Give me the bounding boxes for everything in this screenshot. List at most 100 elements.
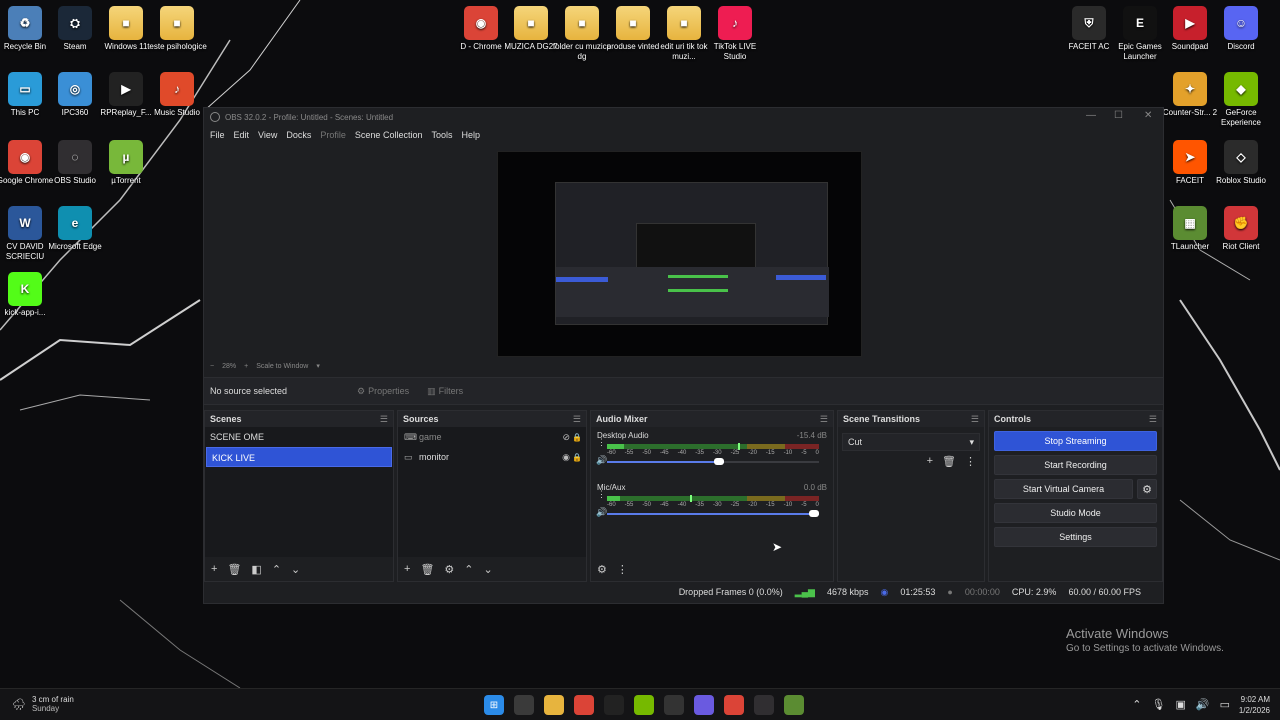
desktop-icon--torrent[interactable]: µ µTorrent (96, 140, 156, 186)
controls-header: Controls ☰ (989, 411, 1162, 427)
add-icon[interactable]: + (211, 563, 217, 575)
trash-icon[interactable]: 🗑 (227, 563, 241, 576)
virtual-camera-settings-gear-icon[interactable]: ⚙ (1137, 479, 1157, 499)
desktop-icon-geforce-experience[interactable]: ◆ GeForce Experience (1211, 72, 1271, 128)
menu-scene-collection[interactable]: Scene Collection (355, 130, 423, 140)
weather-widget[interactable]: 🌧 3 cm of rain Sunday (12, 695, 74, 713)
meter-tick-label: -20 (748, 502, 757, 508)
desktop-icon-microsoft-edge[interactable]: e Microsoft Edge (45, 206, 105, 252)
obs-titlebar[interactable]: OBS 32.0.2 - Profile: Untitled - Scenes:… (204, 108, 1163, 126)
meter-tick-label: -60 (607, 450, 616, 456)
filter-icon[interactable]: ◧ (251, 563, 261, 576)
clock[interactable]: 9:02 AM 1/2/2026 (1239, 694, 1270, 716)
menu-view[interactable]: View (258, 130, 277, 140)
minimize-icon[interactable]: — (1086, 110, 1096, 121)
more-vertical-icon[interactable]: ⋮ (965, 455, 976, 468)
start-virtual-camera-button[interactable]: Start Virtual Camera (994, 479, 1133, 499)
meter-tick-label: -50 (642, 502, 651, 508)
transitions-header: Scene Transitions ☰ (838, 411, 984, 427)
meter-tick-label: -30 (712, 450, 722, 456)
desktop-icon-kick-app-i[interactable]: Kkick-app-i... (0, 272, 55, 318)
add-icon[interactable]: + (927, 455, 933, 468)
start-recording-button[interactable]: Start Recording (994, 455, 1157, 475)
transition-select[interactable]: Cut ▾ (842, 433, 980, 451)
minecraft-icon[interactable] (784, 695, 804, 715)
settings-button[interactable]: Settings (994, 527, 1157, 547)
menu-tools[interactable]: Tools (431, 130, 452, 140)
filters-button[interactable]: ▥ Filters (427, 386, 463, 397)
arrow-up-icon[interactable]: ⌃ (272, 563, 281, 576)
more-vertical-icon[interactable]: ⋮ (597, 437, 606, 448)
gear-link-icon[interactable]: ⚙ (597, 563, 607, 576)
scene-item[interactable]: SCENE OME (205, 427, 393, 447)
battery-icon[interactable]: ▭ (1220, 698, 1230, 711)
desktop-icon-discord[interactable]: ☺ Discord (1211, 6, 1271, 52)
menu-file[interactable]: File (210, 130, 225, 140)
eye-hidden-icon[interactable]: ⊘ (562, 432, 570, 443)
obs-icon[interactable] (754, 695, 774, 715)
scene-item-selected[interactable]: KICK LIVE (206, 447, 392, 467)
desktop-icon-music-studio[interactable]: ♪ Music Studio (147, 72, 207, 118)
dock-menu-icon[interactable]: ☰ (380, 414, 388, 425)
network-icon[interactable]: ▣ (1175, 698, 1185, 711)
file-explorer-icon[interactable] (544, 695, 564, 715)
scene-transitions-dock: Scene Transitions ☰ Cut ▾ + 🗑 ⋮ (837, 410, 985, 582)
geforce-icon[interactable] (634, 695, 654, 715)
source-item[interactable]: ⌨ game ⊘ 🔒 (398, 427, 586, 447)
calculator-icon[interactable] (514, 695, 534, 715)
stop-streaming-button[interactable]: Stop Streaming (994, 431, 1157, 451)
chatgpt-icon[interactable] (664, 695, 684, 715)
gear-icon[interactable]: ⚙ (444, 563, 454, 576)
mixer-channel-desktop: Desktop Audio -15.4 dB ⋮ -60 -55 -50 -45 -40… (591, 427, 833, 479)
capcut-icon[interactable] (604, 695, 624, 715)
program-preview[interactable] (497, 151, 862, 357)
trash-icon[interactable]: 🗑 (942, 455, 956, 468)
volume-slider[interactable] (607, 510, 819, 517)
speaker-icon[interactable]: 🔊 (596, 507, 607, 518)
volume-icon[interactable]: 🔊 (1196, 698, 1210, 711)
zoom-out-button[interactable]: − (210, 363, 214, 370)
eye-icon[interactable]: ◉ (562, 452, 570, 463)
arrow-down-icon[interactable]: ⌄ (484, 563, 493, 576)
lock-icon[interactable]: 🔒 (572, 433, 582, 442)
volume-slider[interactable] (607, 458, 819, 465)
dock-menu-icon[interactable]: ☰ (971, 414, 979, 425)
properties-button[interactable]: ⚙ Properties (357, 386, 409, 397)
arrow-up-icon[interactable]: ⌃ (464, 563, 473, 576)
scenes-dock-header: Scenes ☰ (205, 411, 393, 427)
stream-live-icon: ◉ (880, 586, 889, 597)
scale-mode-select[interactable]: Scale to Window (256, 363, 308, 370)
chrome-icon[interactable] (724, 695, 744, 715)
chrome-icon[interactable] (574, 695, 594, 715)
menu-edit[interactable]: Edit (234, 130, 250, 140)
more-vertical-icon[interactable]: ⋮ (617, 563, 628, 576)
maximize-icon[interactable]: ☐ (1114, 110, 1123, 121)
windows-start-icon[interactable]: ⊞ (484, 695, 504, 715)
microphone-icon[interactable]: 🎙 (1152, 698, 1166, 711)
chevron-down-icon[interactable]: ▾ (316, 362, 320, 370)
messenger-icon[interactable] (694, 695, 714, 715)
menu-docks[interactable]: Docks (286, 130, 311, 140)
close-icon[interactable]: ✕ (1144, 110, 1152, 121)
studio-mode-button[interactable]: Studio Mode (994, 503, 1157, 523)
arrow-down-icon[interactable]: ⌄ (291, 563, 300, 576)
desktop-icon-riot-client[interactable]: ✊ Riot Client (1211, 206, 1271, 252)
more-vertical-icon[interactable]: ⋮ (597, 489, 606, 500)
meter-tick-label: -55 (624, 450, 634, 456)
dock-menu-icon[interactable]: ☰ (1149, 414, 1157, 425)
speaker-icon[interactable]: 🔊 (596, 455, 607, 466)
lock-icon[interactable]: 🔒 (572, 453, 582, 462)
chevron-up-icon[interactable]: ⌃ (1132, 698, 1141, 711)
menu-profile[interactable]: Profile (320, 130, 346, 140)
dock-menu-icon[interactable]: ☰ (573, 414, 581, 425)
desktop-icon-roblox-studio[interactable]: ◇ Roblox Studio (1211, 140, 1271, 186)
monitor-icon: ▭ (8, 72, 42, 106)
desktop-icon-teste-psihologice[interactable]: ■ teste psihologice (147, 6, 207, 52)
desktop-icon-tiktok-live-studio[interactable]: ♪ TikTok LIVE Studio (705, 6, 765, 62)
trash-icon[interactable]: 🗑 (420, 563, 434, 576)
add-icon[interactable]: + (404, 563, 410, 575)
menu-help[interactable]: Help (461, 130, 480, 140)
zoom-in-button[interactable]: + (244, 363, 248, 370)
source-item[interactable]: ▭ monitor ◉ 🔒 (398, 447, 586, 467)
dock-menu-icon[interactable]: ☰ (820, 414, 828, 425)
